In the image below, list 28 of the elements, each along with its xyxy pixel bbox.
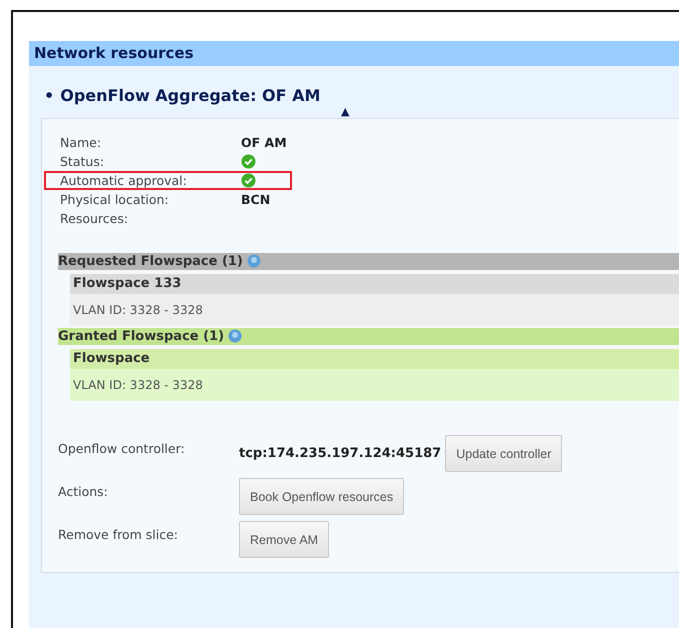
flowspace-detail: VLAN ID: 3328 - 3328 — [70, 294, 679, 326]
action-button[interactable]: Update controller — [445, 435, 562, 472]
field-label: Openflow controller: — [58, 440, 186, 456]
action-button[interactable]: Book Openflow resources — [239, 478, 404, 515]
aggregate-title: OpenFlow Aggregate: OF AM — [60, 86, 320, 105]
collapse-toggle[interactable]: ▲ — [341, 105, 350, 118]
flowspace-title: Flowspace — [70, 349, 679, 369]
field-label: Physical location: — [60, 192, 170, 207]
flowspace-group-header: Requested Flowspace (1) — [58, 253, 679, 270]
field-label: Remove from slice: — [58, 526, 179, 542]
info-icon[interactable] — [246, 254, 261, 268]
bullet: • — [44, 86, 54, 105]
field-label: Name: — [60, 135, 102, 150]
field-value: OF AM — [241, 135, 287, 150]
controller-address: tcp:174.235.197.124:45187 — [239, 446, 442, 461]
field-label: Actions: — [58, 483, 109, 499]
flowspace-title: Flowspace 133 — [70, 274, 679, 294]
field-value: BCN — [241, 192, 270, 207]
flowspace-group-header: Granted Flowspace (1) — [58, 328, 679, 345]
info-icon[interactable] — [228, 329, 242, 343]
section-header: Network resources — [29, 41, 679, 66]
field-label: Status: — [60, 154, 106, 169]
check-icon — [241, 154, 256, 169]
check-icon — [241, 173, 256, 188]
flowspace-detail: VLAN ID: 3328 - 3328 — [70, 369, 679, 401]
field-label: Automatic approval: — [60, 173, 188, 188]
action-button[interactable]: Remove AM — [239, 521, 330, 558]
field-label: Resources: — [60, 211, 130, 226]
